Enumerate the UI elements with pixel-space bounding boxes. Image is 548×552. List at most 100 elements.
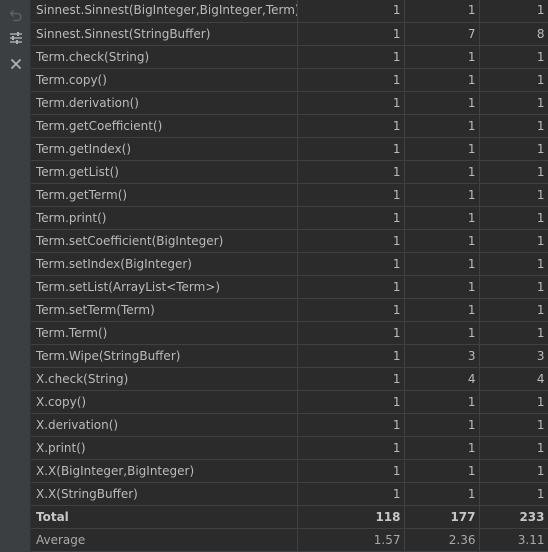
value-cell-2: 1	[404, 275, 480, 299]
table-row[interactable]: Sinnest.Sinnest(BigInteger,BigInteger,Te…	[31, 0, 548, 23]
value-cell-1: 1	[297, 275, 405, 299]
value-cell-2: 1	[404, 91, 480, 115]
metrics-table-container[interactable]: Sinnest.Sinnest(BigInteger,BigInteger,Te…	[31, 0, 548, 552]
value-cell-3: 1	[479, 229, 548, 253]
settings-button[interactable]	[5, 27, 27, 49]
value-cell-3: 1	[479, 206, 548, 230]
table-row[interactable]: Term.derivation() 1 1 1	[31, 91, 548, 115]
table-row[interactable]: Term.setList(ArrayList<Term>) 1 1 1	[31, 275, 548, 299]
method-cell: Term.setCoefficient(BigInteger)	[31, 229, 298, 253]
summary-value-3: 233	[479, 505, 548, 529]
table-row[interactable]: X.derivation() 1 1 1	[31, 413, 548, 437]
method-cell: Term.Wipe(StringBuffer)	[31, 344, 298, 368]
table-row[interactable]: Term.getIndex() 1 1 1	[31, 137, 548, 161]
value-cell-2: 3	[404, 344, 480, 368]
value-cell-1: 1	[297, 68, 405, 92]
value-cell-1: 1	[297, 367, 405, 391]
value-cell-2: 1	[404, 482, 480, 506]
table-row[interactable]: Term.setIndex(BigInteger) 1 1 1	[31, 252, 548, 276]
value-cell-3: 4	[479, 367, 548, 391]
value-cell-3: 1	[479, 45, 548, 69]
value-cell-2: 1	[404, 321, 480, 345]
table-row[interactable]: Term.getTerm() 1 1 1	[31, 183, 548, 207]
method-cell: X.copy()	[31, 390, 298, 414]
value-cell-2: 1	[404, 0, 480, 23]
value-cell-3: 1	[479, 114, 548, 138]
method-cell: Sinnest.Sinnest(StringBuffer)	[31, 22, 298, 46]
value-cell-2: 1	[404, 183, 480, 207]
table-row[interactable]: Term.copy() 1 1 1	[31, 68, 548, 92]
value-cell-1: 1	[297, 0, 405, 23]
method-cell: Term.copy()	[31, 68, 298, 92]
value-cell-2: 1	[404, 229, 480, 253]
method-cell: X.print()	[31, 436, 298, 460]
value-cell-2: 1	[404, 413, 480, 437]
value-cell-3: 3	[479, 344, 548, 368]
value-cell-3: 1	[479, 413, 548, 437]
value-cell-2: 1	[404, 206, 480, 230]
summary-value-3: 3.11	[479, 528, 548, 552]
table-row[interactable]: X.X(BigInteger,BigInteger) 1 1 1	[31, 459, 548, 483]
value-cell-2: 1	[404, 45, 480, 69]
value-cell-1: 1	[297, 252, 405, 276]
close-button[interactable]	[5, 53, 27, 75]
table-row[interactable]: Sinnest.Sinnest(StringBuffer) 1 7 8	[31, 22, 548, 46]
value-cell-2: 1	[404, 298, 480, 322]
method-cell: X.X(BigInteger,BigInteger)	[31, 459, 298, 483]
value-cell-1: 1	[297, 459, 405, 483]
value-cell-1: 1	[297, 114, 405, 138]
method-cell: X.check(String)	[31, 367, 298, 391]
value-cell-2: 1	[404, 459, 480, 483]
value-cell-3: 1	[479, 91, 548, 115]
method-cell: Sinnest.Sinnest(BigInteger,BigInteger,Te…	[31, 0, 298, 23]
table-row[interactable]: Term.setTerm(Term) 1 1 1	[31, 298, 548, 322]
summary-label: Total	[31, 505, 298, 529]
summary-value-2: 177	[404, 505, 480, 529]
summary-value-2: 2.36	[404, 528, 480, 552]
value-cell-3: 1	[479, 0, 548, 23]
method-cell: X.derivation()	[31, 413, 298, 437]
table-row[interactable]: X.X(StringBuffer) 1 1 1	[31, 482, 548, 506]
average-row[interactable]: Average 1.57 2.36 3.11	[31, 528, 548, 552]
table-row[interactable]: Term.getCoefficient() 1 1 1	[31, 114, 548, 138]
method-cell: Term.getCoefficient()	[31, 114, 298, 138]
value-cell-1: 1	[297, 45, 405, 69]
value-cell-3: 1	[479, 321, 548, 345]
value-cell-2: 1	[404, 114, 480, 138]
table-row[interactable]: Term.Term() 1 1 1	[31, 321, 548, 345]
value-cell-2: 4	[404, 367, 480, 391]
method-cell: Term.getList()	[31, 160, 298, 184]
table-row[interactable]: X.copy() 1 1 1	[31, 390, 548, 414]
method-cell: Term.getIndex()	[31, 137, 298, 161]
table-row[interactable]: Term.setCoefficient(BigInteger) 1 1 1	[31, 229, 548, 253]
value-cell-1: 1	[297, 321, 405, 345]
summary-value-1: 1.57	[297, 528, 405, 552]
table-row[interactable]: X.check(String) 1 4 4	[31, 367, 548, 391]
undo-button[interactable]	[5, 4, 27, 26]
metrics-table: Sinnest.Sinnest(BigInteger,BigInteger,Te…	[31, 0, 548, 552]
method-cell: X.X(StringBuffer)	[31, 482, 298, 506]
table-row[interactable]: Term.check(String) 1 1 1	[31, 45, 548, 69]
value-cell-2: 1	[404, 68, 480, 92]
table-row[interactable]: Term.Wipe(StringBuffer) 1 3 3	[31, 344, 548, 368]
method-cell: Term.setIndex(BigInteger)	[31, 252, 298, 276]
value-cell-1: 1	[297, 206, 405, 230]
table-row[interactable]: Term.print() 1 1 1	[31, 206, 548, 230]
method-cell: Term.derivation()	[31, 91, 298, 115]
table-row[interactable]: X.print() 1 1 1	[31, 436, 548, 460]
value-cell-3: 1	[479, 252, 548, 276]
value-cell-3: 8	[479, 22, 548, 46]
value-cell-2: 1	[404, 160, 480, 184]
value-cell-1: 1	[297, 91, 405, 115]
summary-value-1: 118	[297, 505, 405, 529]
value-cell-3: 1	[479, 459, 548, 483]
metrics-window: Sinnest.Sinnest(BigInteger,BigInteger,Te…	[0, 0, 548, 552]
total-row[interactable]: Total 118 177 233	[31, 505, 548, 529]
value-cell-3: 1	[479, 390, 548, 414]
settings-sliders-icon	[10, 32, 22, 44]
value-cell-1: 1	[297, 229, 405, 253]
value-cell-3: 1	[479, 482, 548, 506]
value-cell-2: 7	[404, 22, 480, 46]
table-row[interactable]: Term.getList() 1 1 1	[31, 160, 548, 184]
value-cell-1: 1	[297, 436, 405, 460]
